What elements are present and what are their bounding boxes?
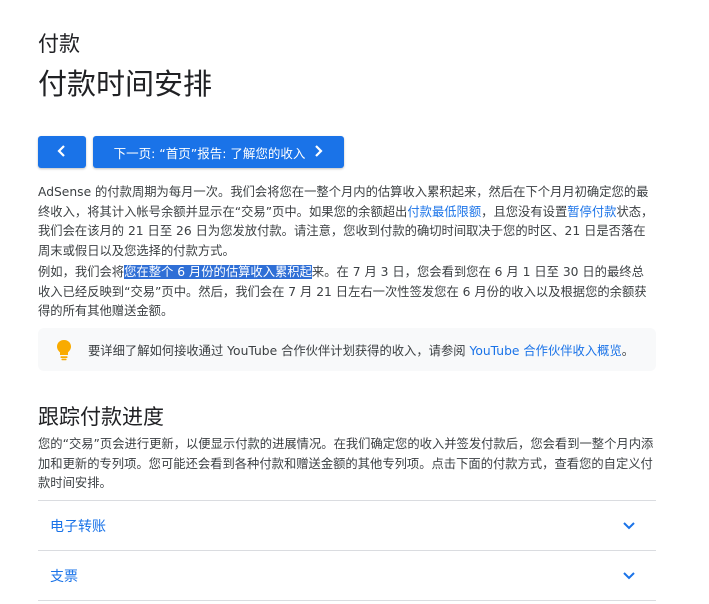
page-navigation: 下一页: “首页”报告: 了解您的收入 [38,136,344,168]
chevron-down-icon [622,519,636,533]
text: 例如，我们会将 [38,265,125,279]
youtube-partner-earnings-link[interactable]: YouTube 合作伙伴收入概览 [469,344,621,358]
section-title: 跟踪付款进度 [38,405,164,429]
lightbulb-icon [54,339,74,361]
text: 要详细了解如何接收通过 YouTube 合作伙伴计划获得的收入，请参阅 [88,343,470,358]
breadcrumb[interactable]: 付款 [38,30,80,58]
text: ，且您没有设置 [481,204,568,219]
accordion-wire-transfer[interactable]: 电子转账 [38,500,656,550]
chevron-down-icon [622,569,636,583]
payment-threshold-link[interactable]: 付款最低限额 [407,205,481,219]
next-page-label: 下一页: “首页”报告: 了解您的收入 [113,145,306,161]
youtube-tip-callout: 要详细了解如何接收通过 YouTube 合作伙伴计划获得的收入，请参阅 YouT… [38,328,656,371]
accordion-label: 电子转账 [50,518,106,535]
chevron-left-icon [57,144,67,160]
text: 。 [621,343,635,358]
tip-text: 要详细了解如何接收通过 YouTube 合作伙伴计划获得的收入，请参阅 YouT… [88,341,634,359]
chevron-right-icon [313,144,323,160]
section-paragraph: 您的“交易”页会进行更新，以便显示付款的进展情况。在我们确定您的收入并签发付款后… [38,437,654,490]
example-paragraph: 例如，我们会将您在整个 6 月份的估算收入累积起来。在 7 月 3 日，您会看到… [38,263,656,322]
selected-text: 您在整个 6 月份的估算收入累积起 [124,265,312,279]
payment-hold-link[interactable]: 暂停付款 [567,205,616,219]
accordion-divider [38,600,656,604]
previous-page-button[interactable] [38,136,86,168]
accordion-check[interactable]: 支票 [38,550,656,600]
accordion-label: 支票 [50,568,78,585]
page-title: 付款时间安排 [38,67,213,101]
next-page-button[interactable]: 下一页: “首页”报告: 了解您的收入 [93,136,344,168]
payment-cycle-paragraph: AdSense 的付款周期为每月一次。我们会将您在一整个月内的估算收入累积起来，… [38,183,656,261]
